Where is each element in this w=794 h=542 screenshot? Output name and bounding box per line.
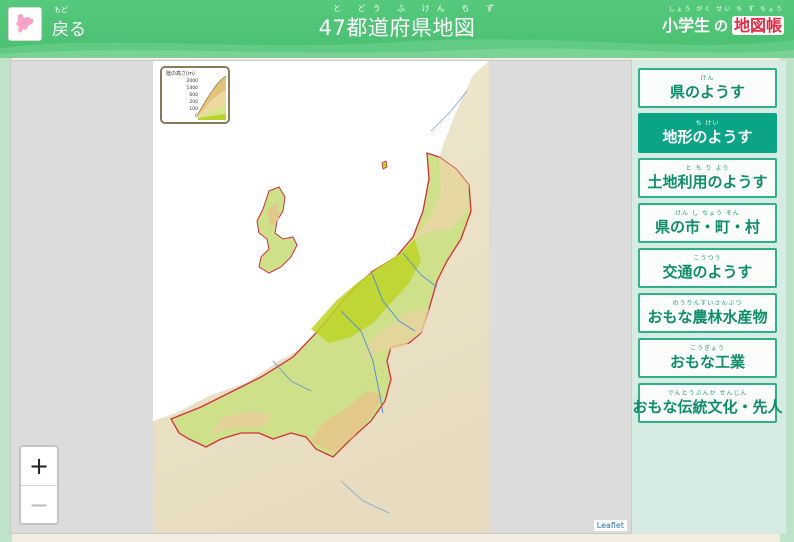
menu-land-use[interactable]: と ち り よう 土地利用のようす (638, 158, 777, 198)
legend-color-scale (198, 76, 226, 120)
menu-label: 県のようす (669, 83, 745, 101)
awashima-island[interactable] (381, 160, 388, 170)
menu-municipalities[interactable]: けん し ちょう そん 県の市・町・村 (638, 203, 777, 243)
menu-label: 交通のようす (662, 263, 753, 281)
menu-terrain[interactable]: ち けい 地形のようす (638, 113, 777, 153)
menu-label: おもな農林水産物 (647, 308, 768, 326)
app-header: もど 戻る と どう ふ けん ち ず 47都道府県地図 しょう がく せい ち… (0, 0, 794, 58)
legend-level: 200 (189, 100, 198, 105)
menu-label: おもな工業 (669, 353, 745, 371)
menu-ruby: こうつう (693, 255, 722, 262)
menu-label: 県の市・町・村 (654, 218, 760, 236)
brand-ruby: しょう がく せい ち ず ちょう (668, 6, 784, 13)
legend-level: 100 (189, 107, 198, 112)
legend-title: 陸の高さ(m) (166, 71, 195, 77)
zoom-control: + − (19, 445, 59, 525)
legend-level: 1400 (186, 86, 198, 91)
menu-ruby: でんとうぶんか せんじん (667, 390, 748, 397)
menu-label: おもな伝統文化・先人 (632, 398, 783, 416)
legend-level: 600 (189, 93, 198, 98)
menu-industry[interactable]: こうぎょう おもな工業 (638, 338, 777, 378)
menu-ruby: こうぎょう (690, 345, 725, 352)
menu-ruby: けん (700, 75, 715, 82)
brand-part3: 地図帳 (731, 16, 784, 35)
menu-ruby: と ち り よう (685, 165, 730, 172)
brand-part1: 小学生 (661, 16, 710, 35)
terrain-map[interactable]: 陸の高さ(m) 2000 1400 600 200 100 0 + − Leaf… (10, 60, 632, 534)
menu-agricultural-products[interactable]: のうりんすいさんぶつ おもな農林水産物 (638, 293, 777, 333)
menu-ruby: けん し ちょう そん (675, 210, 740, 217)
menu-ruby: のうりんすいさんぶつ (672, 300, 743, 307)
legend-level: 2000 (186, 79, 198, 84)
legend-level: 0 (195, 114, 198, 119)
menu-prefecture-overview[interactable]: けん 県のようす (638, 68, 777, 108)
brand-logo[interactable]: しょう がく せい ち ず ちょう 小学生の地図帳 (648, 4, 784, 38)
leaflet-attribution-link[interactable]: Leaflet (593, 520, 627, 531)
terrain-map-canvas[interactable] (11, 61, 632, 534)
menu-ruby: ち けい (695, 120, 720, 127)
zoom-in-button[interactable]: + (21, 447, 57, 485)
side-menu: けん 県のようす ち けい 地形のようす と ち り よう 土地利用のようす け… (632, 60, 786, 534)
zoom-out-button[interactable]: − (21, 485, 57, 523)
menu-transportation[interactable]: こうつう 交通のようす (638, 248, 777, 288)
menu-label: 土地利用のようす (647, 173, 768, 191)
brand-part2: の (713, 19, 728, 35)
elevation-legend: 陸の高さ(m) 2000 1400 600 200 100 0 (160, 66, 230, 124)
menu-traditional-culture[interactable]: でんとうぶんか せんじん おもな伝統文化・先人 (633, 383, 783, 423)
menu-label: 地形のようす (662, 128, 753, 146)
